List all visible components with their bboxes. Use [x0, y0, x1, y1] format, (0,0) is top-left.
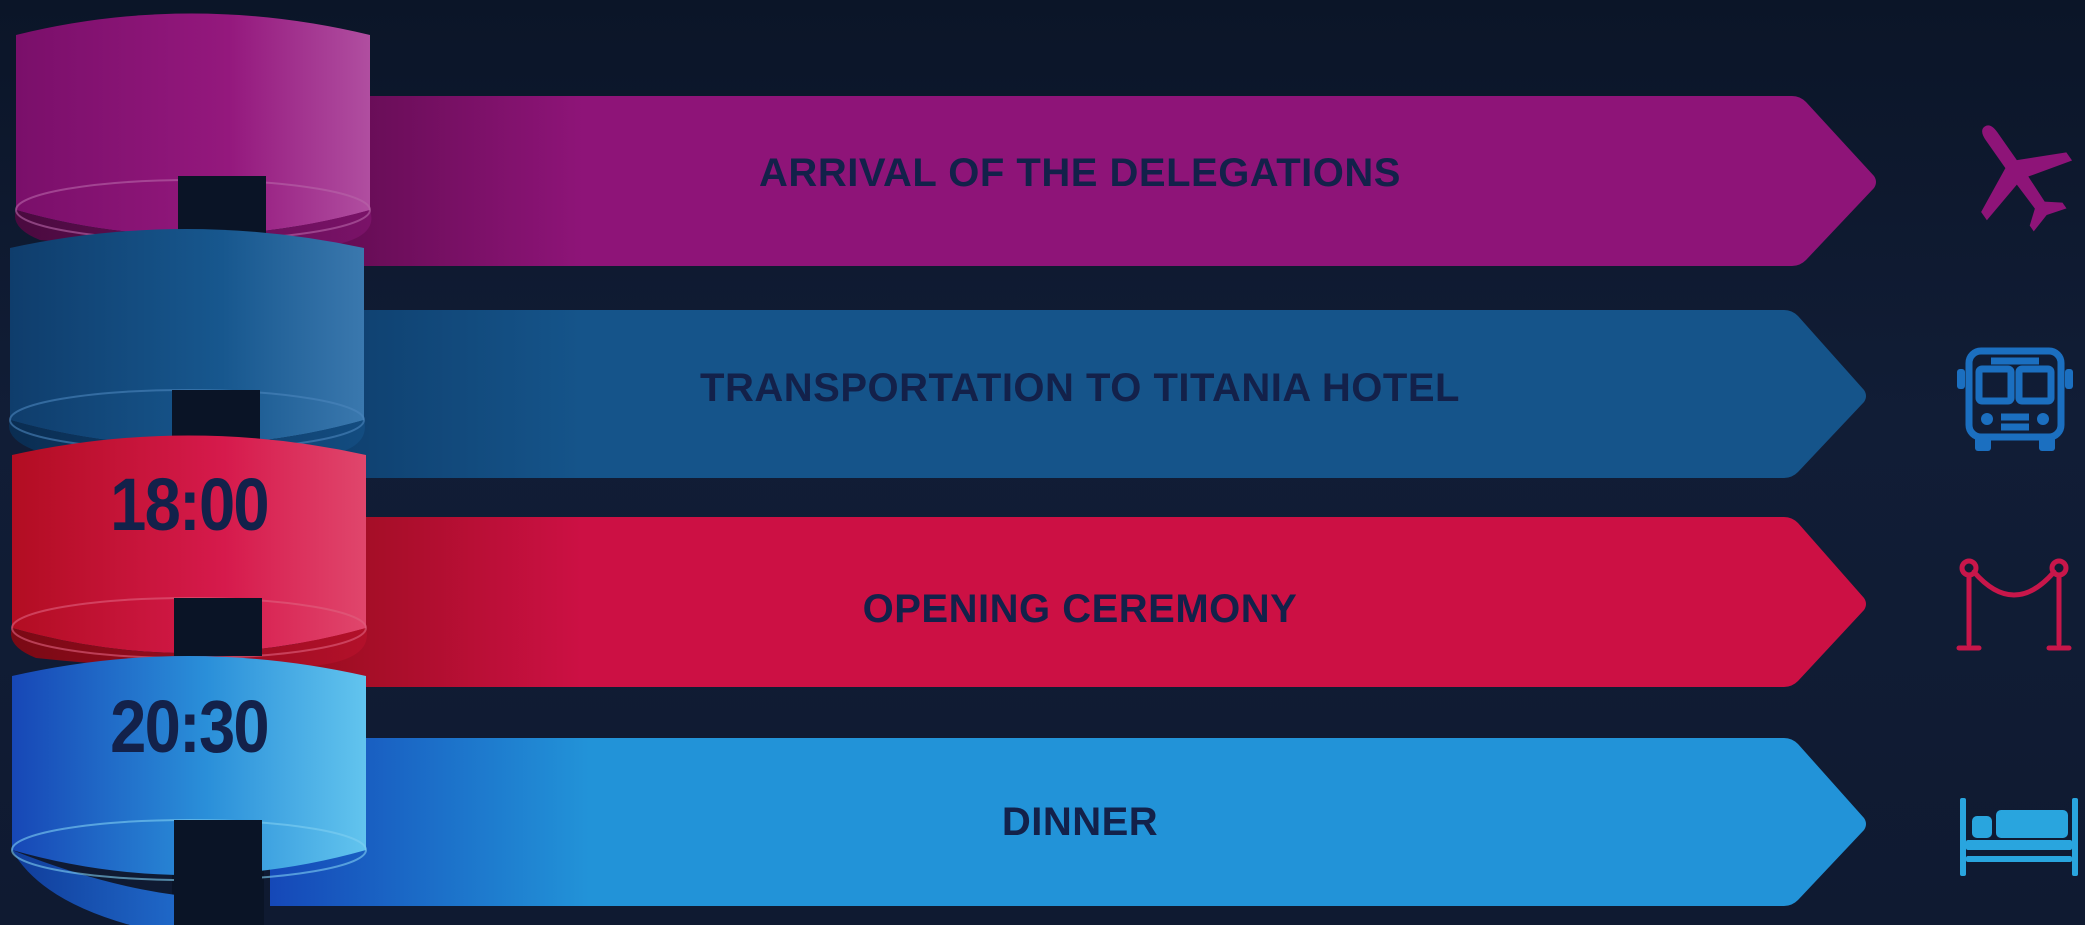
item-title-transportation: TRANSPORTATION TO TITANIA HOTEL: [700, 366, 1460, 410]
item-title-opening-ceremony: OPENING CEREMONY: [862, 587, 1298, 631]
item-time-opening-ceremony: 18:00: [110, 463, 270, 546]
agenda-infographic: ARRIVAL OF THE DELEGATIONS TRANSPORTATIO…: [0, 0, 2085, 925]
bus-icon: [1957, 347, 2073, 451]
item-title-arrival: ARRIVAL OF THE DELEGATIONS: [759, 151, 1401, 195]
item-time-dinner: 20:30: [110, 685, 270, 768]
spiral-segment-purple: [15, 13, 372, 250]
spiral-segment-navy: [9, 229, 365, 461]
airplane-icon: [1981, 125, 2073, 232]
rope-barrier-icon: [1956, 558, 2072, 651]
ribbon-graphic: [9, 13, 1876, 925]
bed-icon: [1960, 798, 2078, 876]
item-title-dinner: DINNER: [1001, 800, 1159, 844]
